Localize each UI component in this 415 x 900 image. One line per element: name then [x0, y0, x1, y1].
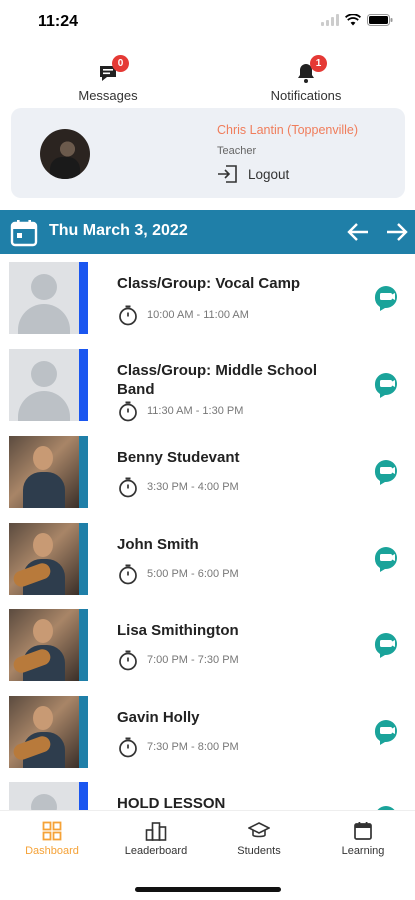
calendar-icon[interactable]: [10, 219, 38, 247]
lesson-time-text: 11:30 AM - 1:30 PM: [147, 405, 244, 417]
chat-icon[interactable]: [374, 719, 398, 745]
lesson-title: Class/Group: Vocal Camp: [117, 275, 301, 292]
graduation-cap-icon: [248, 822, 270, 838]
lesson-time: 7:00 PM - 7:30 PM: [117, 649, 239, 671]
notifications-badge: 1: [310, 55, 327, 72]
lesson-stripe: [79, 782, 88, 810]
tab-leaderboard[interactable]: Leaderboard: [106, 821, 206, 857]
lesson-time-text: 7:00 PM - 7:30 PM: [147, 654, 239, 666]
stopwatch-icon: [119, 477, 137, 498]
tab-dashboard[interactable]: Dashboard: [2, 821, 102, 857]
arrow-right-icon[interactable]: [385, 221, 409, 243]
lesson-row[interactable]: HOLD LESSON: [9, 782, 409, 810]
notifications-button[interactable]: 1 Notifications: [246, 55, 366, 103]
wifi-icon: [345, 14, 361, 26]
lesson-time: 5:00 PM - 6:00 PM: [117, 563, 239, 585]
status-time: 11:24: [38, 13, 79, 30]
top-nav: 0 Messages 1 Notifications: [0, 55, 415, 103]
lesson-title: HOLD LESSON: [117, 795, 226, 810]
tab-dashboard-label: Dashboard: [25, 845, 79, 857]
lesson-stripe: [79, 523, 88, 595]
lesson-stripe: [79, 696, 88, 768]
profile-role: Teacher: [217, 145, 257, 157]
lesson-row[interactable]: Class/Group: Vocal Camp 10:00 AM - 11:00…: [9, 262, 409, 334]
logout-button[interactable]: Logout: [217, 164, 289, 184]
lesson-time: 7:30 PM - 8:00 PM: [117, 736, 239, 758]
current-date: Thu March 3, 2022: [49, 222, 188, 239]
lesson-stripe: [79, 349, 88, 421]
calendar-icon: [354, 822, 372, 840]
dashboard-icon: [42, 821, 62, 841]
avatar-placeholder: [9, 782, 79, 810]
stopwatch-icon: [119, 737, 137, 758]
logout-label: Logout: [248, 166, 290, 182]
lesson-title: Lisa Smithington: [117, 622, 239, 639]
lesson-title: John Smith: [117, 536, 199, 553]
messages-badge: 0: [112, 55, 129, 72]
lesson-row[interactable]: Benny Studevant 3:30 PM - 4:00 PM: [9, 436, 409, 508]
tab-learning-label: Learning: [341, 845, 385, 857]
lesson-time-text: 3:30 PM - 4:00 PM: [147, 481, 239, 493]
lesson-row[interactable]: John Smith 5:00 PM - 6:00 PM: [9, 523, 409, 595]
status-icons: [321, 14, 393, 26]
student-photo: [9, 523, 79, 595]
profile-name: Chris Lantin (Toppenville): [217, 123, 359, 137]
chat-icon[interactable]: [374, 372, 398, 398]
lesson-row[interactable]: Class/Group: Middle School Band 11:30 AM…: [9, 349, 409, 422]
status-bar: 11:24: [0, 0, 415, 44]
arrow-left-icon[interactable]: [346, 221, 370, 243]
chat-icon[interactable]: [374, 285, 398, 311]
stopwatch-icon: [119, 305, 137, 326]
chat-icon[interactable]: [374, 546, 398, 572]
avatar[interactable]: [40, 129, 90, 179]
lesson-time-text: 5:00 PM - 6:00 PM: [147, 568, 239, 580]
cellular-signal-icon: [321, 14, 339, 26]
tab-students-label: Students: [237, 845, 281, 857]
notifications-icon-wrap: 1: [294, 55, 327, 85]
avatar-placeholder: [9, 262, 79, 334]
lesson-row[interactable]: Gavin Holly 7:30 PM - 8:00 PM: [9, 696, 409, 768]
lesson-time: 3:30 PM - 4:00 PM: [117, 476, 239, 498]
lesson-row[interactable]: Lisa Smithington 7:00 PM - 7:30 PM: [9, 609, 409, 681]
lesson-title: Benny Studevant: [117, 449, 240, 466]
avatar-placeholder: [9, 349, 79, 421]
battery-icon: [367, 14, 393, 26]
tab-leaderboard-label: Leaderboard: [124, 845, 188, 857]
date-bar: Thu March 3, 2022: [0, 210, 415, 254]
logout-icon: [218, 165, 237, 183]
stopwatch-icon: [119, 564, 137, 585]
student-photo: [9, 609, 79, 681]
tab-students[interactable]: Students: [209, 821, 309, 857]
lesson-stripe: [79, 436, 88, 508]
lesson-stripe: [79, 262, 88, 334]
lesson-title: Class/Group: Middle School Band: [117, 362, 318, 398]
messages-button[interactable]: 0 Messages: [48, 55, 168, 103]
lesson-time-text: 10:00 AM - 11:00 AM: [147, 309, 249, 321]
chat-icon[interactable]: [374, 632, 398, 658]
student-photo: [9, 696, 79, 768]
tab-learning[interactable]: Learning: [313, 821, 413, 857]
lesson-title: Gavin Holly: [117, 709, 200, 726]
home-indicator: [135, 887, 281, 892]
student-photo: [9, 436, 79, 508]
lesson-time: 10:00 AM - 11:00 AM: [117, 304, 249, 326]
messages-label: Messages: [78, 88, 138, 103]
stopwatch-icon: [119, 401, 137, 422]
lesson-time-text: 7:30 PM - 8:00 PM: [147, 741, 239, 753]
bottom-tab-bar: Dashboard Leaderboard Students Learning: [0, 810, 415, 870]
profile-card: Chris Lantin (Toppenville) Teacher Logou…: [11, 108, 405, 198]
lesson-time: 11:30 AM - 1:30 PM: [117, 400, 243, 422]
lesson-list[interactable]: Class/Group: Vocal Camp 10:00 AM - 11:00…: [0, 262, 415, 810]
notifications-label: Notifications: [270, 88, 342, 103]
messages-icon-wrap: 0: [96, 55, 129, 85]
lesson-stripe: [79, 609, 88, 681]
leaderboard-icon: [145, 822, 167, 841]
chat-icon[interactable]: [374, 459, 398, 485]
stopwatch-icon: [119, 650, 137, 671]
